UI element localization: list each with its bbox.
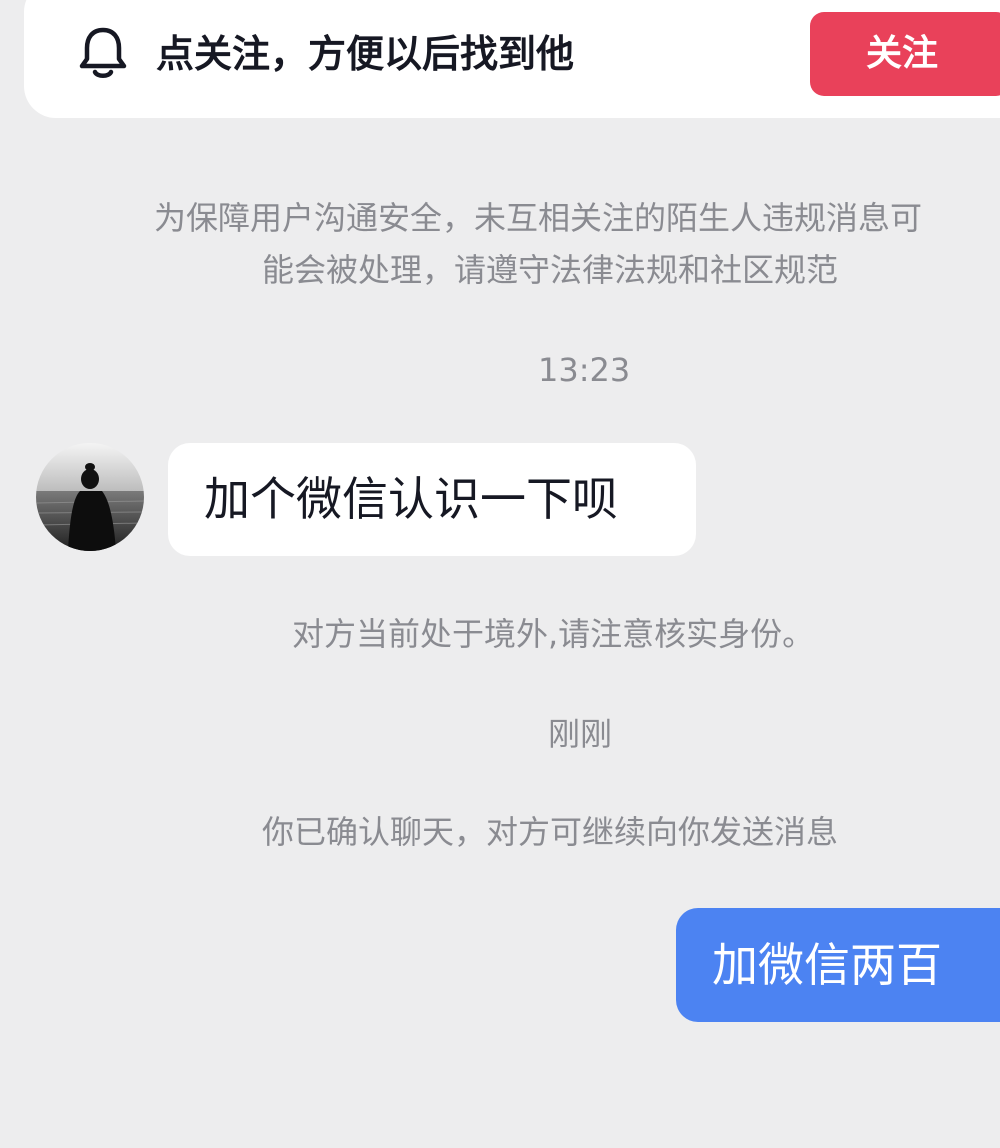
follow-button[interactable]: 关注 [810,12,1000,96]
outgoing-message-bubble[interactable]: 加微信两百 [676,908,1000,1022]
chat-confirmed-notice: 你已确认聊天，对方可继续向你发送消息 [262,813,839,851]
follow-prompt-text: 点关注，方便以后找到他 [156,32,575,76]
sender-avatar[interactable] [36,443,144,551]
incoming-message-bubble[interactable]: 加个微信认识一下呗 [168,443,696,556]
overseas-warning: 对方当前处于境外,请注意核实身份。 [292,615,815,653]
safety-notice-line-2: 能会被处理，请遵守法律法规和社区规范 [262,251,839,289]
message-timestamp: 13:23 [538,351,631,389]
message-timestamp-recent: 刚刚 [548,715,613,753]
safety-notice-line-1: 为保障用户沟通安全，未互相关注的陌生人违规消息可 [154,199,923,237]
bell-icon [78,26,128,80]
